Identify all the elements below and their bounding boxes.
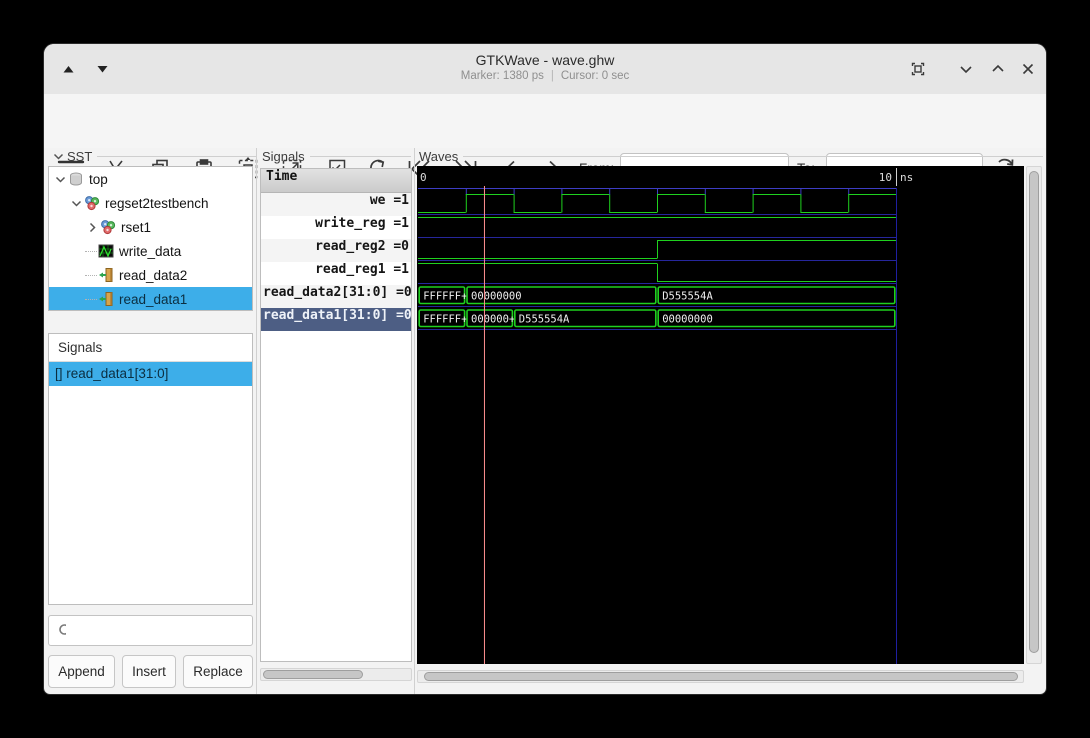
tree-item-regset2testbench[interactable]: regset2testbench [49, 191, 252, 215]
svg-text:10: 10 [879, 171, 892, 184]
svg-text:ns: ns [900, 171, 913, 184]
signals-label: Signals [262, 149, 305, 164]
toolbar: From: To: [44, 94, 1046, 148]
tree-guide-line [85, 298, 97, 300]
pane-splitter-left[interactable] [256, 148, 257, 694]
signal-list-header: Signals [49, 334, 252, 362]
sst-label: SST [67, 149, 92, 164]
roll-up-icon[interactable] [986, 57, 1010, 81]
pane-splitter-right[interactable] [414, 148, 415, 694]
tree-item-read_data1[interactable]: read_data1 [49, 287, 252, 311]
svg-text:000000+: 000000+ [471, 314, 515, 326]
subtitle-separator: | [544, 70, 561, 82]
tree-guide-line [85, 250, 97, 252]
waves-vscrollbar[interactable] [1026, 166, 1042, 664]
frame-line [310, 156, 411, 157]
waves-vscrollbar-thumb[interactable] [1029, 171, 1039, 653]
wave-canvas[interactable]: 0 10 ns FFFFFF+ 00000000 D555554A FFFFFF+ 00000… [417, 166, 1024, 664]
tree-guide-line [85, 274, 97, 276]
append-button[interactable]: Append [48, 655, 115, 688]
cursor-status: Cursor: 0 sec [561, 70, 629, 82]
signals-frame-label: Signals [262, 149, 411, 164]
frame-line [463, 156, 1043, 157]
marker-status: Marker: 1380 ps [461, 70, 544, 82]
tree-item-write_data[interactable]: write_data [49, 239, 252, 263]
signals-hscrollbar-thumb[interactable] [263, 670, 363, 679]
port-icon [98, 267, 115, 283]
sst-frame-label: SST [52, 149, 256, 164]
window-subtitle: Marker: 1380 ps|Cursor: 0 sec [44, 70, 1046, 82]
signal-row-read_reg2[interactable]: read_reg2 =0 [261, 239, 411, 262]
svg-text:D555554A: D555554A [519, 314, 570, 326]
signal-row-read_data2[31:0][interactable]: read_data2[31:0] =00000000 [261, 285, 411, 308]
chevron-down-icon[interactable] [53, 172, 68, 187]
shade-down-icon[interactable] [90, 57, 114, 81]
frame-line [97, 156, 256, 157]
roll-down-icon[interactable] [954, 57, 978, 81]
signal-list-item[interactable]: [] read_data1[31:0] [49, 362, 252, 386]
titlebar[interactable]: GTKWave - wave.ghw Marker: 1380 ps|Curso… [44, 44, 1046, 95]
svg-text:D555554A: D555554A [662, 291, 713, 303]
svg-text:0: 0 [420, 171, 427, 184]
time-column-header[interactable]: Time [261, 169, 411, 193]
tree-item-label: write_data [119, 244, 181, 259]
module-icon [100, 219, 117, 235]
port-icon [98, 291, 115, 307]
close-icon[interactable] [1016, 57, 1040, 81]
desktop-background: GTKWave - wave.ghw Marker: 1380 ps|Curso… [0, 0, 1090, 738]
sst-tree-panel[interactable]: top regset2testbench rset1 write_data read_d… [48, 166, 253, 311]
replace-button[interactable]: Replace [183, 655, 253, 688]
svg-text:00000000: 00000000 [471, 291, 522, 303]
svg-text:FFFFFF+: FFFFFF+ [423, 314, 467, 326]
maximize-icon[interactable] [906, 57, 930, 81]
window-title: GTKWave - wave.ghw [44, 52, 1046, 68]
sst-collapse-icon[interactable] [52, 150, 65, 163]
tree-item-label: top [89, 172, 108, 187]
signal-name-table[interactable]: Time we =1write_reg =1read_reg2 =0read_r… [260, 168, 412, 662]
signal-search-panel[interactable]: Signals [] read_data1[31:0] [48, 333, 253, 605]
chevron-down-icon[interactable] [69, 196, 84, 211]
tree-item-label: rset1 [121, 220, 151, 235]
waves-label: Waves [419, 149, 458, 164]
database-icon [68, 171, 85, 187]
titlebar-text: GTKWave - wave.ghw Marker: 1380 ps|Curso… [44, 44, 1046, 82]
signal-row-read_data1[31:0][interactable]: read_data1[31:0] =00000000 [261, 308, 411, 331]
insert-button[interactable]: Insert [122, 655, 176, 688]
signal-search-box[interactable] [48, 615, 253, 646]
matrix-icon [98, 243, 115, 259]
chevron-right-icon[interactable] [85, 220, 100, 235]
tree-item-label: read_data1 [119, 292, 187, 307]
tree-item-rset1[interactable]: rset1 [49, 215, 252, 239]
gtkwave-window: GTKWave - wave.ghw Marker: 1380 ps|Curso… [44, 44, 1046, 694]
waves-frame-label: Waves [419, 149, 1043, 164]
waves-hscrollbar-thumb[interactable] [424, 672, 1018, 681]
signal-row-we[interactable]: we =1 [261, 193, 411, 216]
shade-up-icon[interactable] [56, 57, 80, 81]
tree-item-label: read_data2 [119, 268, 187, 283]
waves-hscrollbar[interactable] [417, 670, 1024, 683]
search-input[interactable] [72, 622, 252, 639]
tree-item-read_data2[interactable]: read_data2 [49, 263, 252, 287]
module-icon [84, 195, 101, 211]
search-icon [57, 622, 66, 639]
signal-row-read_reg1[interactable]: read_reg1 =1 [261, 262, 411, 285]
tree-item-top[interactable]: top [49, 167, 252, 191]
signal-row-write_reg[interactable]: write_reg =1 [261, 216, 411, 239]
signals-hscrollbar[interactable] [260, 668, 412, 681]
tree-item-label: regset2testbench [105, 196, 209, 211]
svg-text:FFFFFF+: FFFFFF+ [423, 291, 467, 303]
svg-text:00000000: 00000000 [662, 314, 713, 326]
